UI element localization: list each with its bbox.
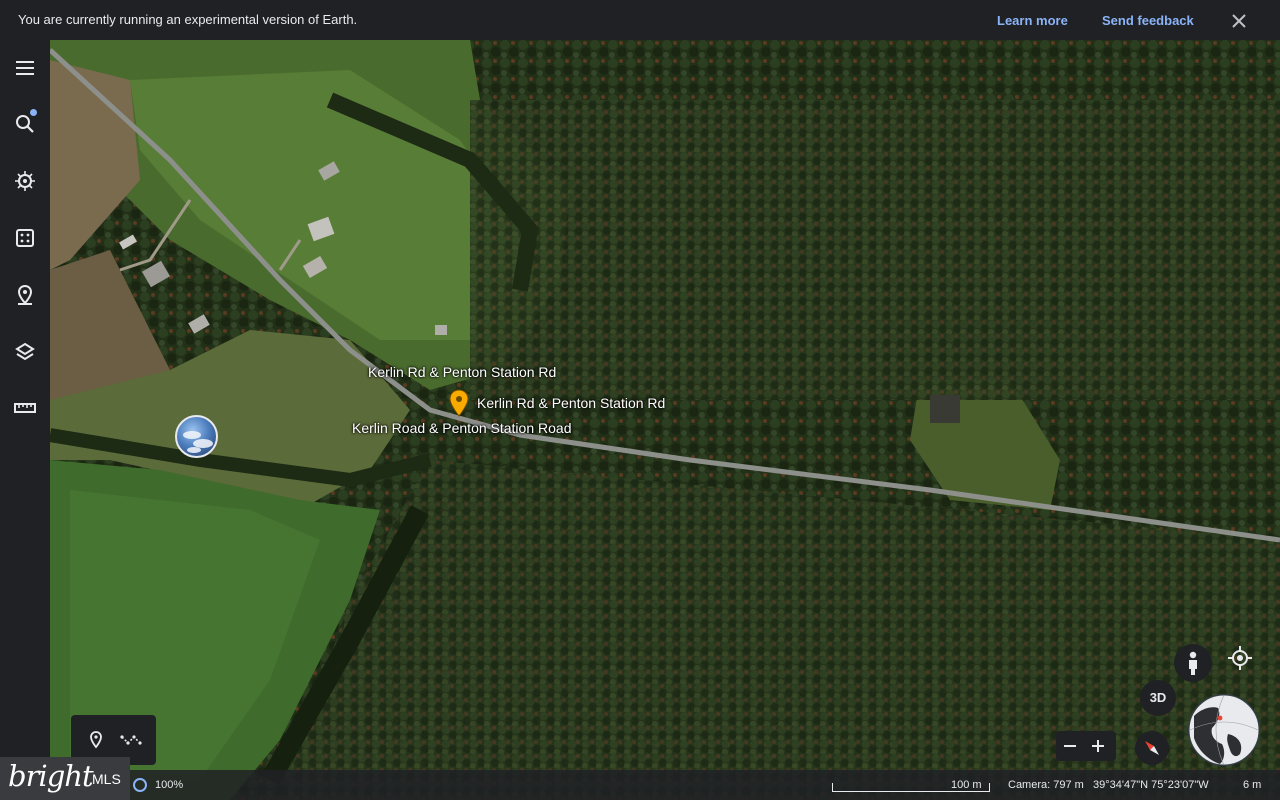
- zoom-in-icon[interactable]: [1088, 736, 1108, 756]
- street-view-button[interactable]: [1174, 644, 1212, 682]
- my-location-icon: [1228, 646, 1252, 670]
- my-location-button[interactable]: [1222, 640, 1258, 676]
- coordinates-readout[interactable]: 39°34'47"N 75°23'07"W: [1093, 779, 1209, 791]
- zoom-controls: [1056, 731, 1116, 761]
- menu-icon[interactable]: [13, 56, 37, 80]
- globe-icon: [1188, 694, 1260, 766]
- path-icon[interactable]: [120, 729, 142, 751]
- loading-indicator-icon: [133, 778, 147, 792]
- ruler-icon[interactable]: [13, 396, 37, 420]
- mini-globe[interactable]: [1188, 694, 1260, 766]
- loading-percent: 100%: [155, 779, 184, 791]
- placemark-pin-icon[interactable]: [448, 389, 470, 417]
- experimental-banner: You are currently running an experimenta…: [0, 0, 1280, 40]
- earth-avatar-button[interactable]: [175, 415, 218, 458]
- layers-icon[interactable]: [13, 340, 37, 364]
- send-feedback-link[interactable]: Send feedback: [1102, 13, 1194, 28]
- search-notification-dot: [30, 109, 37, 116]
- scale-label: 100 m: [951, 779, 982, 791]
- brand-name: bright: [8, 759, 94, 793]
- toggle-3d-button[interactable]: 3D: [1140, 680, 1176, 716]
- ground-elevation: 6 m: [1243, 779, 1262, 791]
- camera-altitude: Camera: 797 m: [1008, 779, 1084, 791]
- left-navigation-rail: [0, 40, 50, 800]
- compass-button[interactable]: [1135, 731, 1169, 765]
- pegman-icon: [1189, 651, 1197, 675]
- brand-suffix: MLS: [92, 771, 121, 787]
- map-pin-icon[interactable]: [13, 283, 37, 307]
- placemark-icon[interactable]: [85, 729, 107, 751]
- voyager-icon[interactable]: [13, 169, 37, 193]
- satellite-map-view[interactable]: Kerlin Rd & Penton Station Rd Kerlin Rd …: [50, 40, 1280, 800]
- compass-icon: [1145, 741, 1159, 755]
- map-label-intersection-1[interactable]: Kerlin Rd & Penton Station Rd: [368, 364, 556, 380]
- map-label-intersection-2[interactable]: Kerlin Rd & Penton Station Rd: [477, 395, 665, 411]
- close-icon[interactable]: [1230, 12, 1248, 30]
- dice-icon[interactable]: [13, 226, 37, 250]
- bright-mls-watermark: bright MLS: [0, 757, 130, 800]
- learn-more-link[interactable]: Learn more: [997, 13, 1068, 28]
- map-label-intersection-3[interactable]: Kerlin Road & Penton Station Road: [352, 420, 571, 436]
- status-bar: 100% 100 m Camera: 797 m 39°34'47"N 75°2…: [0, 770, 1280, 800]
- zoom-out-icon[interactable]: [1060, 736, 1080, 756]
- satellite-imagery: [50, 40, 1280, 800]
- banner-message: You are currently running an experimenta…: [18, 12, 358, 27]
